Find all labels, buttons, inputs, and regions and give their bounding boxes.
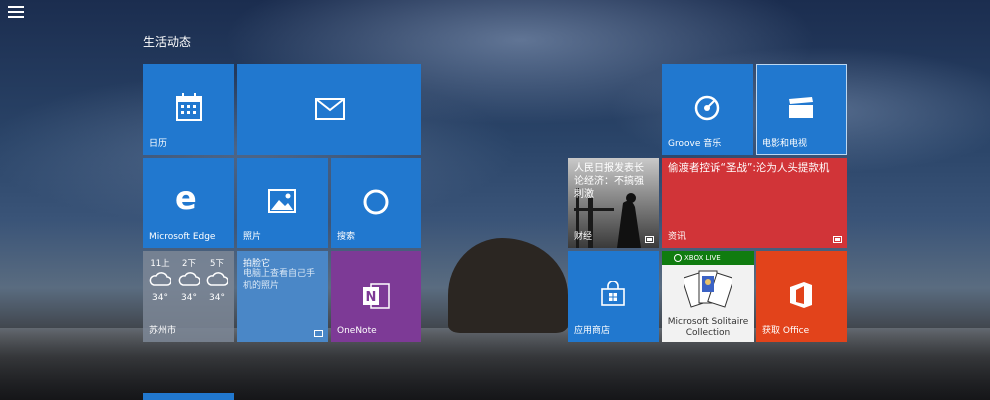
news-badge-icon: [645, 236, 654, 243]
tile-label: 应用商店: [574, 326, 611, 336]
tile-label: 照片: [243, 232, 262, 242]
tile-label: Groove 音乐: [668, 139, 722, 149]
cloud-icon: [206, 272, 228, 286]
group-title: 生活动态: [143, 35, 192, 49]
photo-icon: [268, 189, 296, 213]
wallpaper-rock: [448, 238, 568, 333]
news-badge-icon: [833, 236, 842, 243]
tile-text: 电脑上查看自己手机的照片: [243, 269, 316, 291]
tile-label: OneNote: [337, 326, 377, 336]
app-badge-icon: [314, 330, 323, 337]
tile-label: 获取 Office: [762, 326, 810, 336]
tile-partial[interactable]: [143, 393, 234, 400]
tile-calendar[interactable]: 日历: [143, 64, 234, 155]
tile-onenote[interactable]: N OneNote: [331, 251, 421, 342]
news-headline: 人民日报发表长论经济：不搞强刺激: [574, 163, 644, 200]
tile-label: Microsoft Solitaire Collection: [667, 317, 749, 338]
cloud-icon: [178, 272, 200, 286]
tile-store[interactable]: 应用商店: [568, 251, 659, 342]
tile-solitaire[interactable]: XBOX LIVE Microsoft Solitaire Collection: [662, 251, 754, 342]
tile-label: 日历: [149, 139, 168, 149]
tile-label: 苏州市: [149, 326, 177, 336]
tile-movies[interactable]: 电影和电视: [756, 64, 847, 155]
tile-label: 资讯: [668, 232, 687, 242]
office-icon: [790, 282, 812, 308]
cortana-icon: [363, 189, 389, 215]
edge-icon: e: [175, 179, 197, 217]
tile-news[interactable]: 偷渡者控诉“圣战”:沦为人头提款机 资讯: [662, 158, 847, 248]
weather-temp: 34°: [209, 293, 225, 303]
weather-day: 2下: [182, 259, 196, 269]
film-clapper-icon: [789, 97, 813, 118]
mail-icon: [315, 98, 345, 120]
xbox-live-label: XBOX LIVE: [684, 254, 721, 262]
weather-day: 5下: [210, 259, 224, 269]
store-icon: [601, 281, 625, 306]
tile-pailiao[interactable]: 拍脸它 电脑上查看自己手机的照片: [237, 251, 328, 342]
tile-photos[interactable]: 照片: [237, 158, 328, 248]
tile-office[interactable]: 获取 Office: [756, 251, 847, 342]
tile-mail[interactable]: [237, 64, 421, 155]
groove-music-icon: [694, 95, 720, 121]
tile-weather[interactable]: 11上 2下 5下 34° 34° 34° 苏州市: [143, 251, 234, 342]
weather-day: 11上: [150, 259, 170, 269]
tile-label: 搜索: [337, 232, 356, 242]
onenote-icon: N: [363, 283, 390, 309]
xbox-icon: [674, 254, 682, 262]
weather-temp: 34°: [181, 293, 197, 303]
svg-text:N: N: [366, 290, 377, 305]
tile-groove[interactable]: Groove 音乐: [662, 64, 753, 155]
tile-label: 电影和电视: [762, 139, 808, 149]
calendar-icon: [176, 93, 202, 121]
menu-icon[interactable]: [8, 6, 24, 18]
weather-temp: 34°: [152, 293, 168, 303]
tile-edge[interactable]: e Microsoft Edge: [143, 158, 234, 248]
cloud-icon: [149, 272, 171, 286]
news-headline: 偷渡者控诉“圣战”:沦为人头提款机: [668, 162, 830, 174]
tile-finance[interactable]: 人民日报发表长论经济：不搞强刺激 财经: [568, 158, 659, 248]
tile-label: 财经: [574, 232, 593, 242]
xbox-live-badge: XBOX LIVE: [662, 251, 754, 265]
tile-label: Microsoft Edge: [149, 232, 216, 242]
playing-cards-icon: [684, 270, 732, 308]
tile-search[interactable]: 搜索: [331, 158, 421, 248]
